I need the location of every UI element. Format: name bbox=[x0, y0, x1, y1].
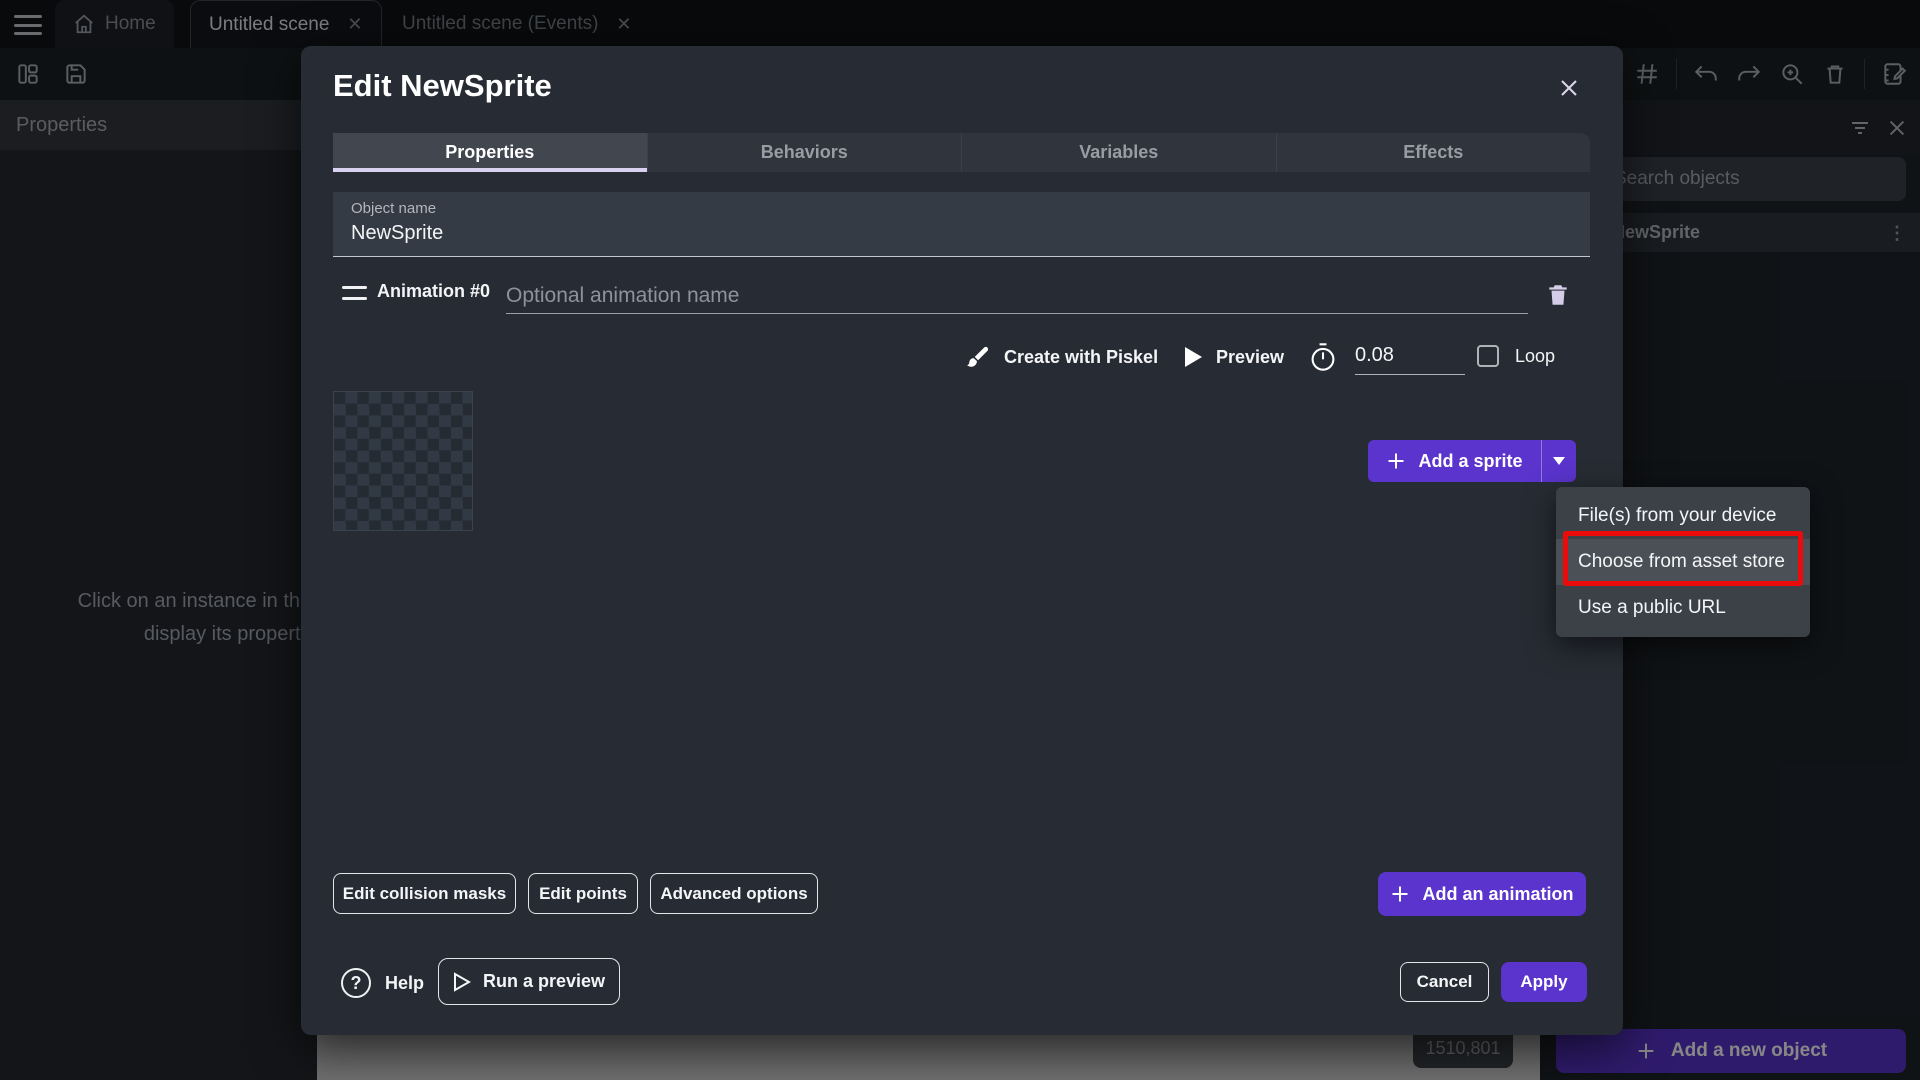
cancel-button[interactable]: Cancel bbox=[1400, 962, 1489, 1002]
tab-effects[interactable]: Effects bbox=[1277, 133, 1591, 172]
menu-item-use-public-url[interactable]: Use a public URL bbox=[1556, 585, 1810, 631]
time-between-frames-input[interactable] bbox=[1355, 337, 1465, 375]
apply-button[interactable]: Apply bbox=[1501, 962, 1587, 1002]
dialog-close-icon[interactable] bbox=[1553, 72, 1585, 104]
plus-icon bbox=[1390, 884, 1410, 904]
preview-button[interactable]: Preview bbox=[1183, 335, 1284, 379]
brush-icon bbox=[965, 344, 991, 370]
object-name-field[interactable]: Object name NewSprite bbox=[333, 192, 1590, 257]
sprite-frame-placeholder[interactable] bbox=[333, 391, 473, 531]
annotation-highlight-box bbox=[1563, 531, 1803, 586]
edit-collision-masks-button[interactable]: Edit collision masks bbox=[333, 873, 516, 914]
help-icon: ? bbox=[341, 968, 371, 998]
run-preview-button[interactable]: Run a preview bbox=[438, 958, 620, 1005]
animation-name-input[interactable] bbox=[506, 278, 1528, 314]
add-sprite-split-button: Add a sprite bbox=[1368, 440, 1576, 482]
animation-controls-row: Create with Piskel Preview Loop bbox=[301, 335, 1623, 379]
add-sprite-label: Add a sprite bbox=[1418, 451, 1522, 472]
tab-behaviors[interactable]: Behaviors bbox=[648, 133, 963, 172]
dialog-title: Edit NewSprite bbox=[333, 68, 552, 104]
add-animation-button[interactable]: Add an animation bbox=[1378, 872, 1586, 916]
loop-checkbox[interactable] bbox=[1477, 345, 1499, 367]
add-animation-label: Add an animation bbox=[1422, 884, 1573, 905]
delete-animation-icon[interactable] bbox=[1541, 278, 1575, 312]
tab-variables[interactable]: Variables bbox=[962, 133, 1277, 172]
plus-icon bbox=[1386, 451, 1406, 471]
create-with-piskel-button[interactable]: Create with Piskel bbox=[965, 335, 1158, 379]
add-sprite-dropdown-arrow[interactable] bbox=[1542, 440, 1576, 482]
play-icon bbox=[1183, 346, 1203, 368]
animation-label: Animation #0 bbox=[377, 281, 490, 302]
loop-label: Loop bbox=[1515, 346, 1555, 367]
dialog-tab-bar: Properties Behaviors Variables Effects bbox=[333, 133, 1590, 172]
edit-points-button[interactable]: Edit points bbox=[528, 873, 638, 914]
object-name-label: Object name bbox=[351, 200, 1572, 217]
help-button[interactable]: ? Help bbox=[341, 962, 424, 1004]
edit-object-dialog: Edit NewSprite Properties Behaviors Vari… bbox=[301, 46, 1623, 1035]
drag-handle-icon[interactable] bbox=[342, 286, 367, 300]
chevron-down-icon bbox=[1552, 456, 1566, 466]
add-sprite-button[interactable]: Add a sprite bbox=[1368, 440, 1542, 482]
tab-properties[interactable]: Properties bbox=[333, 133, 648, 172]
run-preview-label: Run a preview bbox=[483, 971, 605, 992]
timer-icon bbox=[1309, 335, 1337, 379]
advanced-options-button[interactable]: Advanced options bbox=[650, 873, 818, 914]
preview-label: Preview bbox=[1216, 347, 1284, 368]
help-label: Help bbox=[385, 973, 424, 994]
object-name-value: NewSprite bbox=[351, 222, 1572, 245]
create-with-piskel-label: Create with Piskel bbox=[1004, 347, 1158, 368]
play-outline-icon bbox=[453, 972, 471, 992]
